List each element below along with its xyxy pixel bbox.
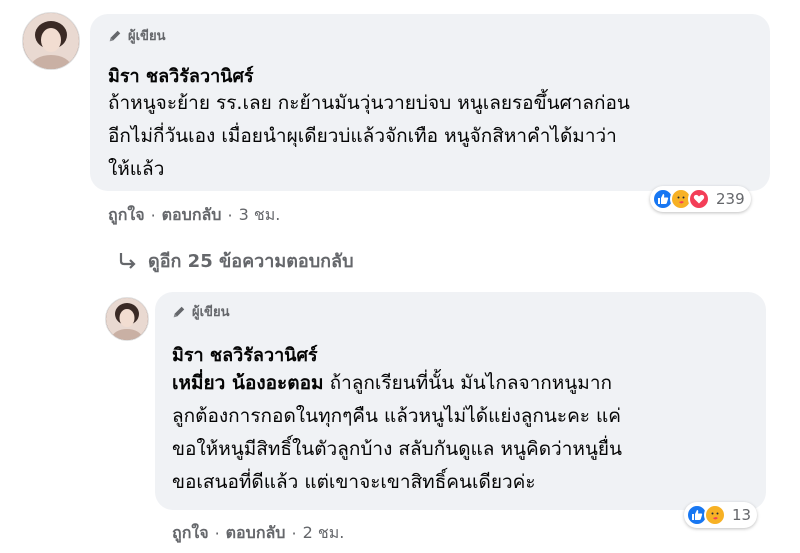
comment-text: ถ้าหนูจะย้าย รร.เลย กะย้านมันวุ่นวายบ่จบ… bbox=[108, 87, 768, 186]
pen-icon bbox=[173, 306, 185, 317]
pen-icon bbox=[109, 30, 121, 41]
separator-dot: · bbox=[150, 206, 156, 225]
avatar[interactable] bbox=[105, 297, 149, 341]
commenter-name[interactable]: มิรา ชลวิรัลวานิศร์ bbox=[108, 61, 254, 90]
separator-dot: · bbox=[214, 524, 220, 543]
reply-link[interactable]: ตอบกลับ bbox=[162, 203, 222, 228]
comment-text-line: ให้แล้ว bbox=[108, 158, 165, 180]
like-link[interactable]: ถูกใจ bbox=[108, 203, 145, 228]
comment-text-line: ถ้าหนูจะย้าย รร.เลย กะย้านมันวุ่นวายบ่จบ… bbox=[108, 92, 630, 114]
reply-arrow-icon bbox=[119, 252, 136, 269]
love-icon bbox=[688, 188, 710, 210]
timestamp[interactable]: 3 ชม. bbox=[239, 203, 281, 228]
comment-actions: ถูกใจ · ตอบกลับ · 2 ชม. bbox=[172, 521, 344, 546]
author-badge-label: ผู้เขียน bbox=[192, 305, 230, 320]
avatar[interactable] bbox=[22, 12, 80, 70]
view-more-label: ดูอีก 25 ข้อความตอบกลับ bbox=[148, 251, 354, 272]
comment-actions: ถูกใจ · ตอบกลับ · 3 ชม. bbox=[108, 203, 280, 228]
comment-text-segment: ถ้าลูกเรียนที่นั้น มันไกลจากหนูมาก bbox=[329, 372, 612, 394]
comment-text-line: อีกไม่กี่วันเอง เมื่อยนำผุเดียวบ่แล้วจัก… bbox=[108, 125, 617, 147]
view-more-replies-button[interactable]: ดูอีก 25 ข้อความตอบกลับ bbox=[118, 246, 354, 275]
mention-link[interactable]: เหมี่ยว น้องอะตอม bbox=[172, 372, 324, 394]
comment-text-line: ขอเสนอที่ดีแล้ว แต่เขาจะเขาสิทธิ์คนเดียว… bbox=[172, 471, 536, 493]
reply-link[interactable]: ตอบกลับ bbox=[226, 521, 286, 546]
comment-text: เหมี่ยว น้องอะตอม ถ้าลูกเรียนที่นั้น มัน… bbox=[172, 367, 762, 499]
commenter-name[interactable]: มิรา ชลวิรัลวานิศร์ bbox=[172, 340, 318, 369]
reaction-count: 13 bbox=[732, 506, 752, 524]
comment-text-line: ลูกต้องการกอดในทุกๆคืน แล้วหนูไม่ได้แย่ง… bbox=[172, 405, 621, 427]
like-link[interactable]: ถูกใจ bbox=[172, 521, 209, 546]
comment-text-line: ขอให้หนูมีสิทธิ์ในตัวลูกบ้าง สลับกันดูแล… bbox=[172, 438, 623, 460]
care-icon bbox=[704, 504, 726, 526]
reaction-count: 239 bbox=[716, 190, 745, 208]
reaction-summary[interactable]: 239 bbox=[650, 186, 751, 212]
author-badge: ผู้เขียน bbox=[108, 25, 165, 46]
separator-dot: · bbox=[291, 524, 297, 543]
author-badge: ผู้เขียน bbox=[172, 301, 229, 322]
separator-dot: · bbox=[227, 206, 233, 225]
author-badge-label: ผู้เขียน bbox=[128, 29, 166, 44]
reaction-summary[interactable]: 13 bbox=[684, 502, 758, 528]
timestamp[interactable]: 2 ชม. bbox=[303, 521, 345, 546]
comment-text-line: เหมี่ยว น้องอะตอม ถ้าลูกเรียนที่นั้น มัน… bbox=[172, 367, 762, 400]
